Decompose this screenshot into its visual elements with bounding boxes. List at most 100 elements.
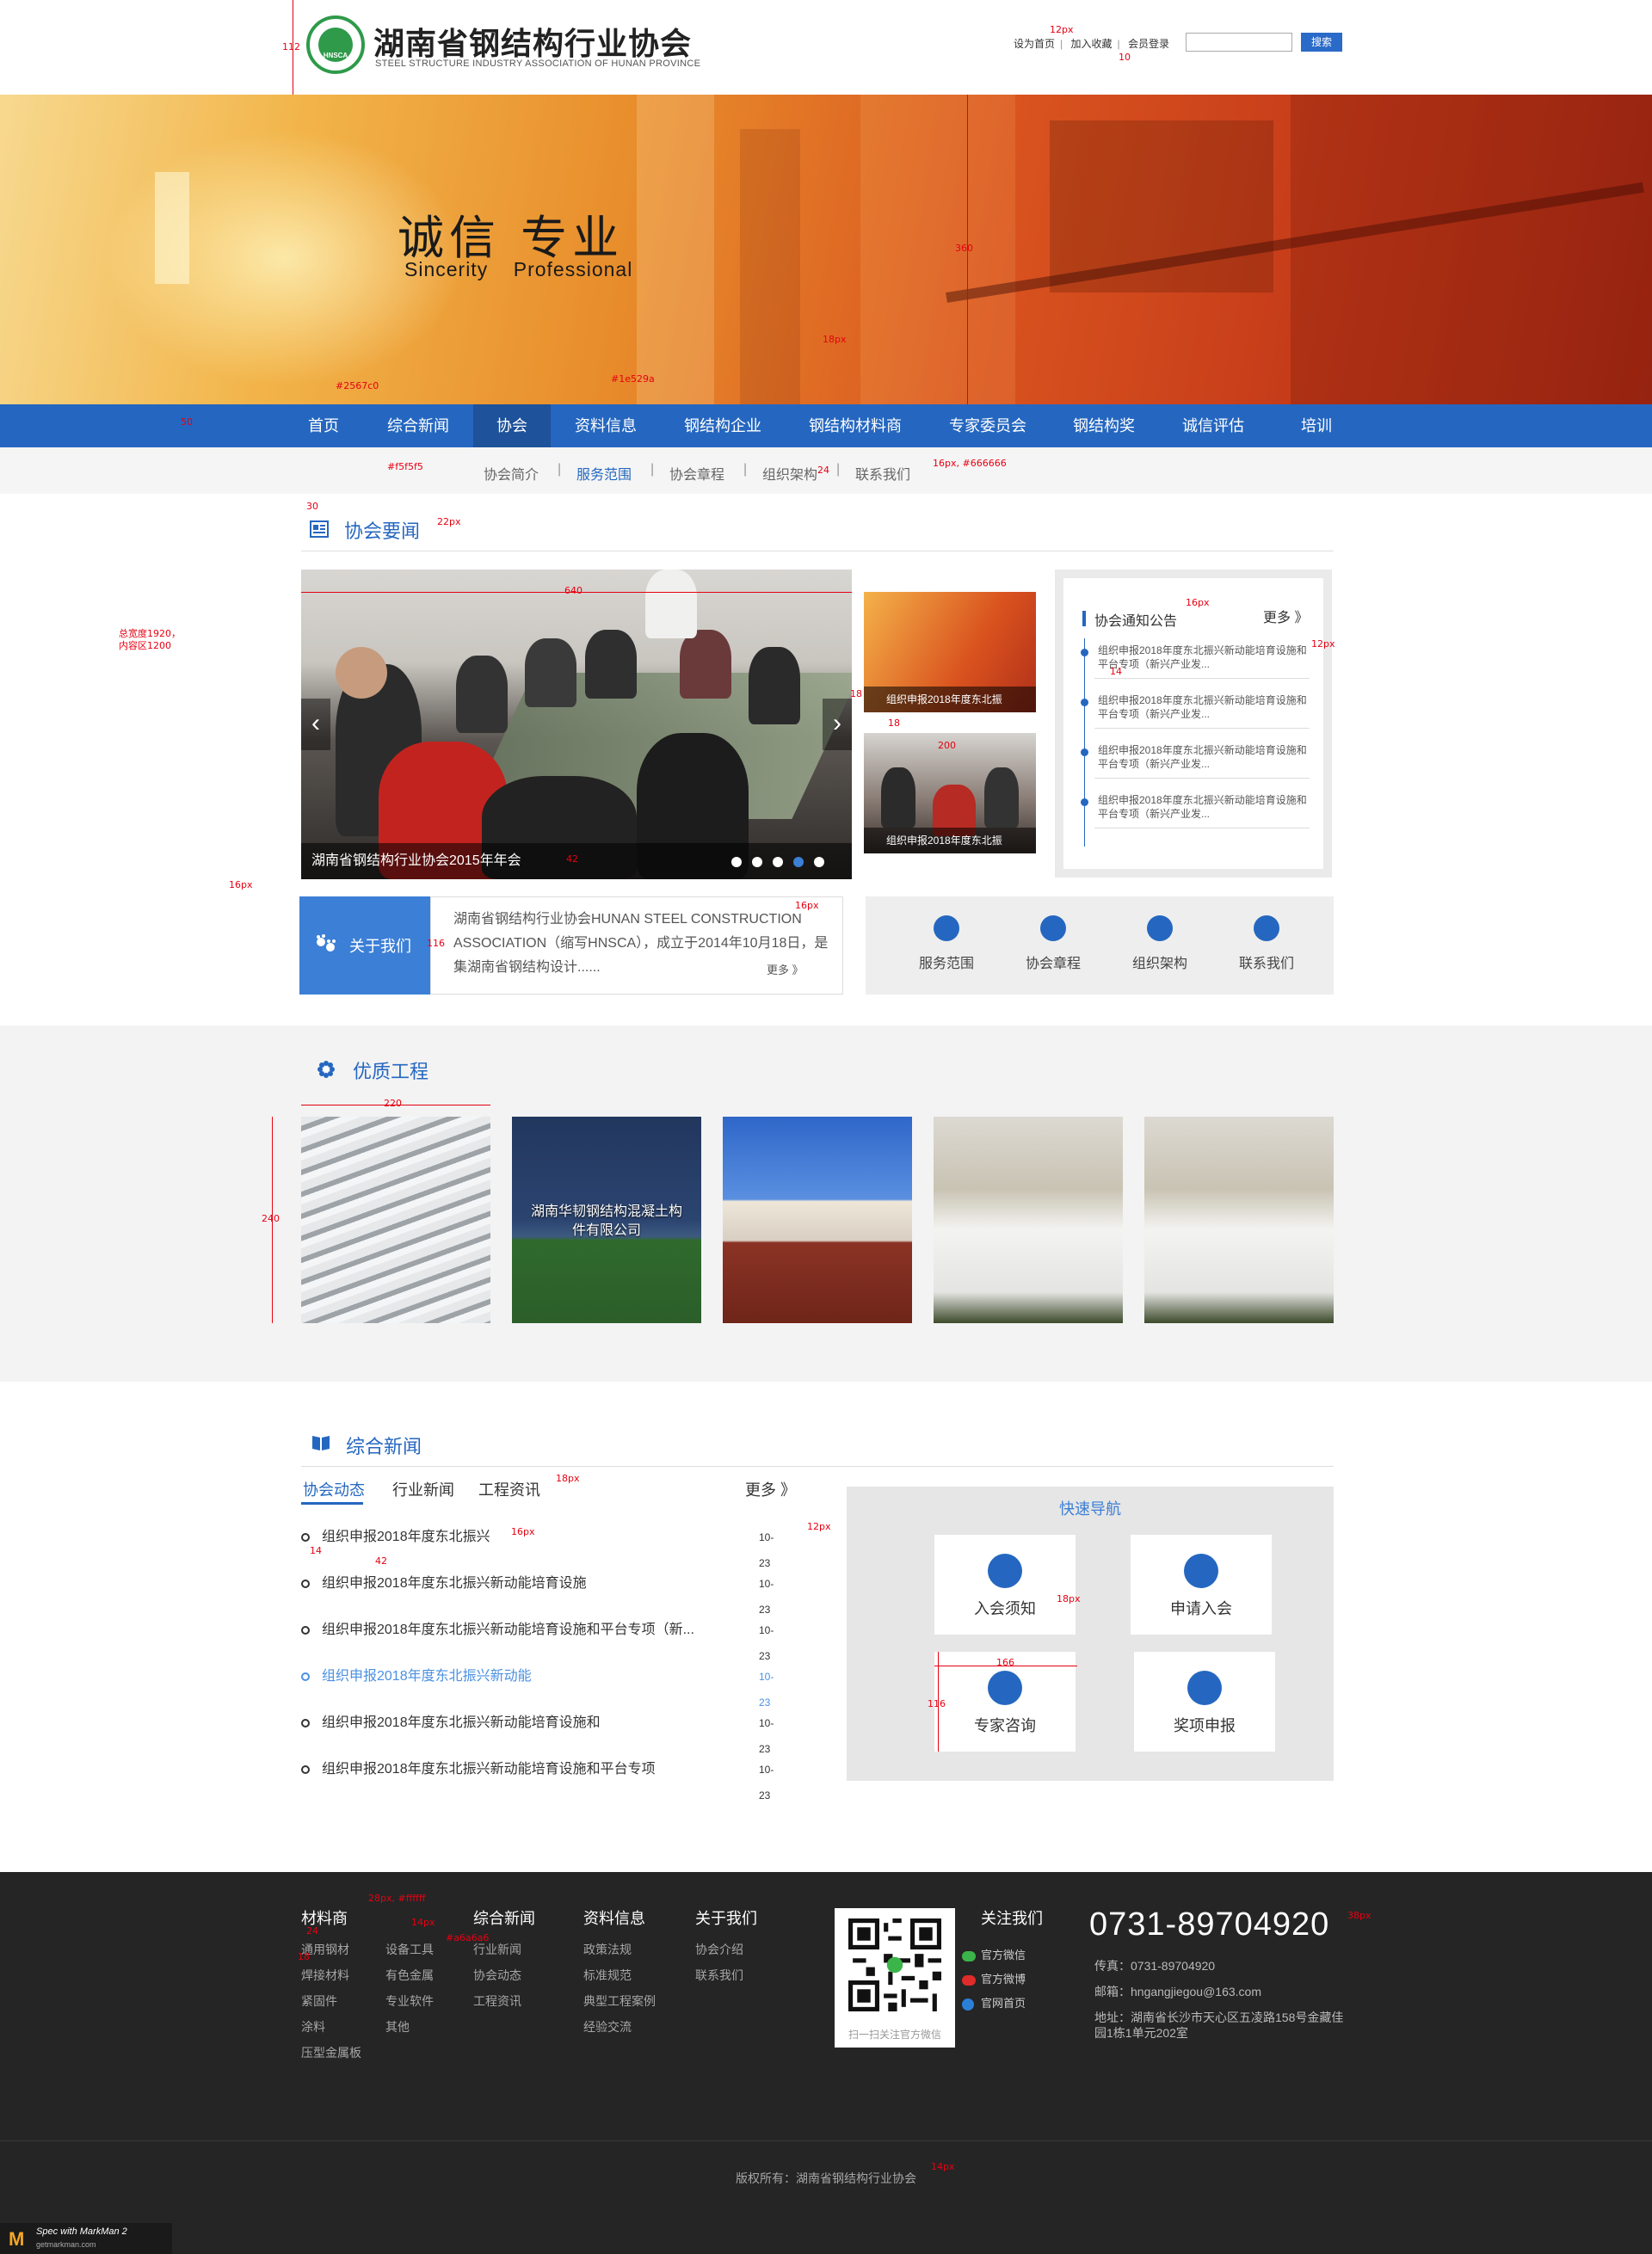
notice-item[interactable]: 组织申报2018年度东北振兴新动能培育设施和平台专项（新兴产业发... (1098, 743, 1313, 771)
section-title-projects: 优质工程 (353, 1061, 429, 1082)
footer-link[interactable]: 协会介绍 (695, 1941, 743, 1958)
footer-link[interactable]: 标准规范 (583, 1967, 632, 1984)
footer-link[interactable]: 焊接材料 (301, 1967, 349, 1984)
footer-link[interactable]: 协会动态 (473, 1967, 521, 1984)
news-tab-industry[interactable]: 行业新闻 (392, 1478, 454, 1500)
qn-award-apply[interactable]: 奖项申报 (1134, 1652, 1275, 1752)
subnav-contact[interactable]: 联系我们 (855, 463, 910, 483)
nav-item-experts[interactable]: 专家委员会 (938, 404, 1038, 447)
search-button[interactable]: 搜索 (1301, 33, 1342, 52)
footer-link[interactable]: 其他 (385, 2018, 410, 2035)
carousel-prev-icon[interactable]: ‹ (301, 699, 330, 750)
notice-panel: 协会通知公告 更多 》 组织申报2018年度东北振兴新动能培育设施和平台专项（新… (1055, 570, 1332, 878)
logo-icon[interactable]: HNSCA (306, 15, 365, 74)
notice-accent (1082, 611, 1086, 626)
footer-link[interactable]: 典型工程案例 (583, 1992, 656, 2010)
nav-item-awards[interactable]: 钢结构奖 (1057, 404, 1151, 447)
notice-item[interactable]: 组织申报2018年度东北振兴新动能培育设施和平台专项（新兴产业发... (1098, 793, 1313, 821)
footer-link[interactable]: 工程资讯 (473, 1992, 521, 2010)
news-tab-assoc[interactable]: 协会动态 (303, 1478, 365, 1500)
member-login-link[interactable]: 会员登录 (1128, 38, 1169, 50)
clipboard-icon (988, 1554, 1022, 1588)
carousel-dot-active[interactable] (793, 857, 804, 867)
project-card[interactable] (723, 1117, 912, 1323)
quick-service-scope[interactable]: 服务范围 (903, 915, 989, 972)
nav-item-training[interactable]: 培训 (1273, 404, 1359, 447)
bullet-icon (301, 1580, 310, 1588)
site-title[interactable]: 湖南省钢结构行业协会 (373, 19, 692, 64)
carousel-dot[interactable] (731, 857, 742, 867)
footer-link[interactable]: 有色金属 (385, 1967, 434, 1984)
footer-col-title: 资料信息 (583, 1910, 645, 1927)
spec-label: 28px, #ffffff (368, 1893, 426, 1904)
add-favorite-link[interactable]: 加入收藏 (1070, 38, 1112, 50)
carousel-next-icon[interactable]: › (823, 699, 852, 750)
carousel-dot[interactable] (752, 857, 762, 867)
project-card[interactable] (301, 1117, 490, 1323)
subnav-intro[interactable]: 协会简介 (484, 463, 539, 483)
notice-title: 协会通知公告 (1094, 614, 1178, 629)
news-more-link[interactable]: 更多 》 (745, 1478, 796, 1500)
footer-link[interactable]: 紧固件 (301, 1992, 337, 2010)
news-row[interactable]: 组织申报2018年度东北振兴新动能培育设施和平台专项（新... 10-23 (301, 1617, 783, 1662)
news-tab-engineering[interactable]: 工程资讯 (478, 1478, 540, 1500)
footer-link[interactable]: 经验交流 (583, 2018, 632, 2035)
quick-contact[interactable]: 联系我们 (1224, 915, 1310, 972)
news-thumb[interactable]: 组织申报2018年度东北振 (864, 592, 1036, 712)
follow-weibo[interactable]: 官方微博 (962, 1970, 1026, 1986)
nav-item-suppliers[interactable]: 钢结构材料商 (795, 404, 915, 447)
carousel-dot[interactable] (773, 857, 783, 867)
subnav-structure[interactable]: 组织架构 (762, 463, 817, 483)
spec-label: 112 (282, 41, 300, 52)
footer-link[interactable]: 压型金属板 (301, 2044, 361, 2061)
quick-charter[interactable]: 协会章程 (1010, 915, 1096, 972)
nav-item-resources[interactable]: 资料信息 (563, 404, 649, 447)
nav-item-association[interactable]: 协会 (473, 404, 551, 447)
news-row[interactable]: 组织申报2018年度东北振兴 10-23 (301, 1524, 783, 1569)
subnav-scope[interactable]: 服务范围 (576, 463, 632, 483)
about-more-link[interactable]: 更多 》 (767, 961, 804, 977)
divider: | (1117, 38, 1120, 50)
carousel-dot[interactable] (814, 857, 824, 867)
qn-membership-notice[interactable]: 入会须知 (934, 1535, 1076, 1635)
footer-link[interactable]: 行业新闻 (473, 1941, 521, 1958)
follow-wechat[interactable]: 官方微信 (962, 1946, 1026, 1962)
spec-label: 14 (1110, 666, 1122, 677)
divider: | (743, 462, 748, 477)
footer-link[interactable]: 设备工具 (385, 1941, 434, 1958)
project-card[interactable] (934, 1117, 1123, 1323)
spec-label: 18px (1057, 1593, 1081, 1604)
project-card[interactable] (1144, 1117, 1334, 1323)
footer-link[interactable]: 专业软件 (385, 1992, 434, 2010)
footer-link[interactable]: 政策法规 (583, 1941, 632, 1958)
search-input[interactable] (1186, 33, 1292, 52)
news-thumb[interactable]: 组织申报2018年度东北振 (864, 733, 1036, 853)
set-homepage-link[interactable]: 设为首页 (1014, 38, 1055, 50)
spec-label: #f5f5f5 (387, 461, 423, 472)
footer-link[interactable]: 联系我们 (695, 1967, 743, 1984)
nav-item-enterprises[interactable]: 钢结构企业 (671, 404, 774, 447)
notice-more-link[interactable]: 更多 》 (1263, 606, 1308, 626)
about-tab[interactable]: 关于我们 (299, 896, 430, 995)
book-icon (312, 1436, 330, 1450)
notice-item[interactable]: 组织申报2018年度东北振兴新动能培育设施和平台专项（新兴产业发... (1098, 693, 1313, 721)
news-carousel[interactable]: ‹ › 湖南省钢结构行业协会2015年年会 (301, 570, 852, 879)
news-row[interactable]: 组织申报2018年度东北振兴新动能培育设施和平台专项 10-23 (301, 1757, 783, 1801)
nav-item-news[interactable]: 综合新闻 (375, 404, 461, 447)
subnav-charter[interactable]: 协会章程 (669, 463, 724, 483)
nav-item-home[interactable]: 首页 (289, 404, 358, 447)
news-row-highlighted[interactable]: 组织申报2018年度东北振兴新动能 10-23 (301, 1664, 783, 1709)
markman-line2: getmarkman.com (36, 2240, 96, 2249)
spec-label: 18px (823, 334, 847, 345)
news-row[interactable]: 组织申报2018年度东北振兴新动能培育设施 10-23 (301, 1571, 783, 1616)
qn-apply-membership[interactable]: 申请入会 (1131, 1535, 1272, 1635)
nav-item-credit[interactable]: 诚信评估 (1170, 404, 1256, 447)
bullet-icon (301, 1719, 310, 1727)
footer-link[interactable]: 涂料 (301, 2018, 325, 2035)
follow-website[interactable]: 官网首页 (962, 1994, 1026, 2011)
news-row[interactable]: 组织申报2018年度东北振兴新动能培育设施和 10-23 (301, 1710, 783, 1755)
footer-col-title: 综合新闻 (473, 1910, 535, 1927)
notice-item[interactable]: 组织申报2018年度东北振兴新动能培育设施和平台专项（新兴产业发... (1098, 644, 1313, 671)
project-card[interactable]: 湖南华韧钢结构混凝土构件有限公司 (512, 1117, 701, 1323)
quick-structure[interactable]: 组织架构 (1117, 915, 1203, 972)
